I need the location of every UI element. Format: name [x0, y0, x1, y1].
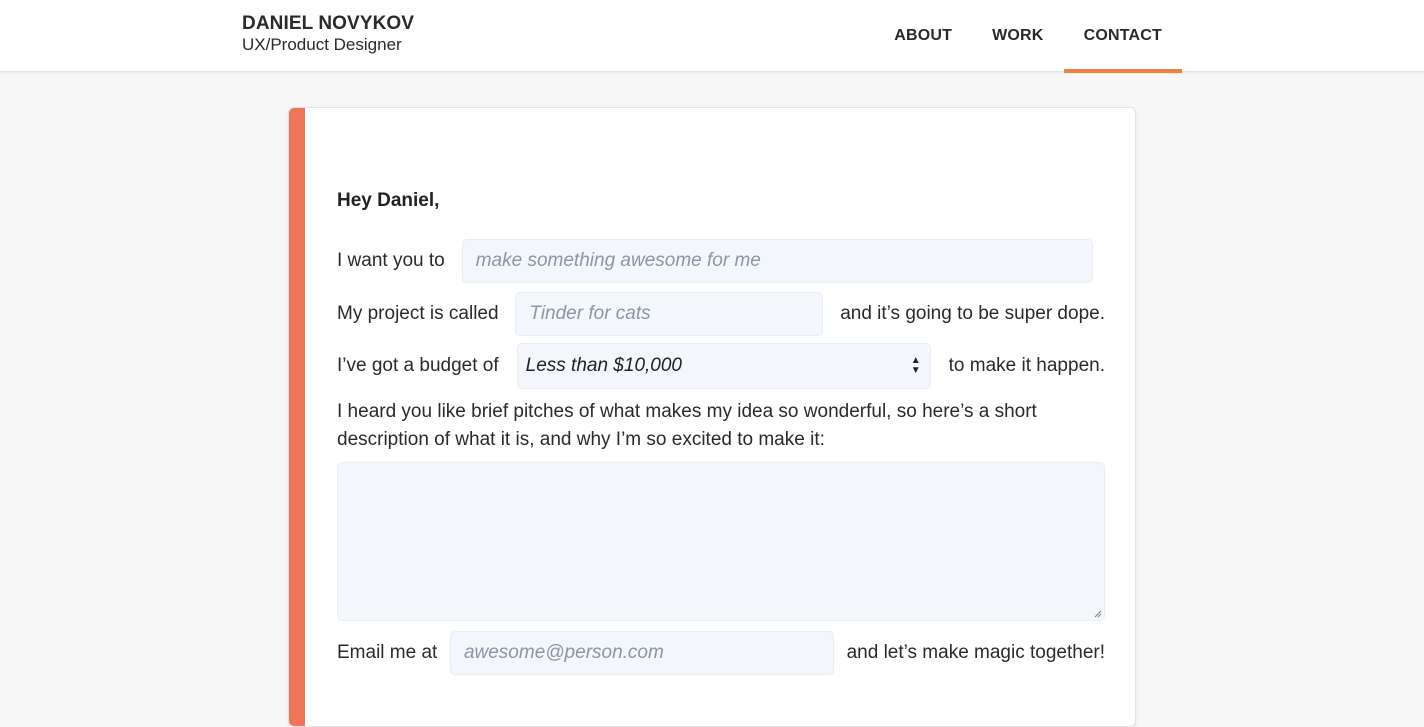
budget-selected-value: Less than $10,000: [525, 355, 682, 376]
want-row: I want you to make something awesome for…: [337, 239, 1105, 283]
budget-label: I’ve got a budget of: [337, 355, 499, 376]
email-label: Email me at: [337, 642, 438, 663]
email-row: Email me at awesome@person.com and let’s…: [337, 631, 1105, 675]
project-row: My project is called Tinder for cats and…: [337, 292, 1105, 336]
card-accent-bar: [289, 108, 305, 726]
want-input[interactable]: make something awesome for me: [461, 239, 1093, 283]
resize-grip-icon[interactable]: [1094, 610, 1102, 618]
project-name-input[interactable]: Tinder for cats: [515, 292, 824, 336]
main-nav: ABOUT WORK CONTACT: [874, 0, 1183, 73]
budget-row: I’ve got a budget of Less than $10,000 ▲…: [337, 343, 1105, 389]
nav-work[interactable]: WORK: [972, 0, 1063, 72]
pitch-text: I heard you like brief pitches of what m…: [337, 401, 1037, 450]
nav-about[interactable]: ABOUT: [874, 0, 972, 72]
project-label: My project is called: [337, 303, 499, 324]
select-arrows-icon: ▲ ▼: [910, 355, 921, 376]
contact-card: Hey Daniel, I want you to make something…: [288, 107, 1136, 727]
site-header: DANIEL NOVYKOV UX/Product Designer ABOUT…: [0, 0, 1424, 73]
want-label: I want you to: [337, 250, 445, 271]
nav-contact[interactable]: CONTACT: [1063, 0, 1183, 73]
brand-name: DANIEL NOVYKOV: [242, 13, 415, 34]
description-textarea[interactable]: [337, 462, 1105, 621]
greeting: Hey Daniel,: [337, 190, 440, 211]
brand[interactable]: DANIEL NOVYKOV UX/Product Designer: [242, 14, 414, 53]
budget-select[interactable]: Less than $10,000 ▲ ▼: [516, 343, 931, 389]
budget-suffix: to make it happen.: [948, 355, 1105, 376]
email-suffix: and let’s make magic together!: [846, 642, 1105, 663]
brand-role: UX/Product Designer: [242, 35, 402, 54]
project-suffix: and it’s going to be super dope.: [840, 303, 1105, 324]
email-input[interactable]: awesome@person.com: [449, 631, 834, 675]
